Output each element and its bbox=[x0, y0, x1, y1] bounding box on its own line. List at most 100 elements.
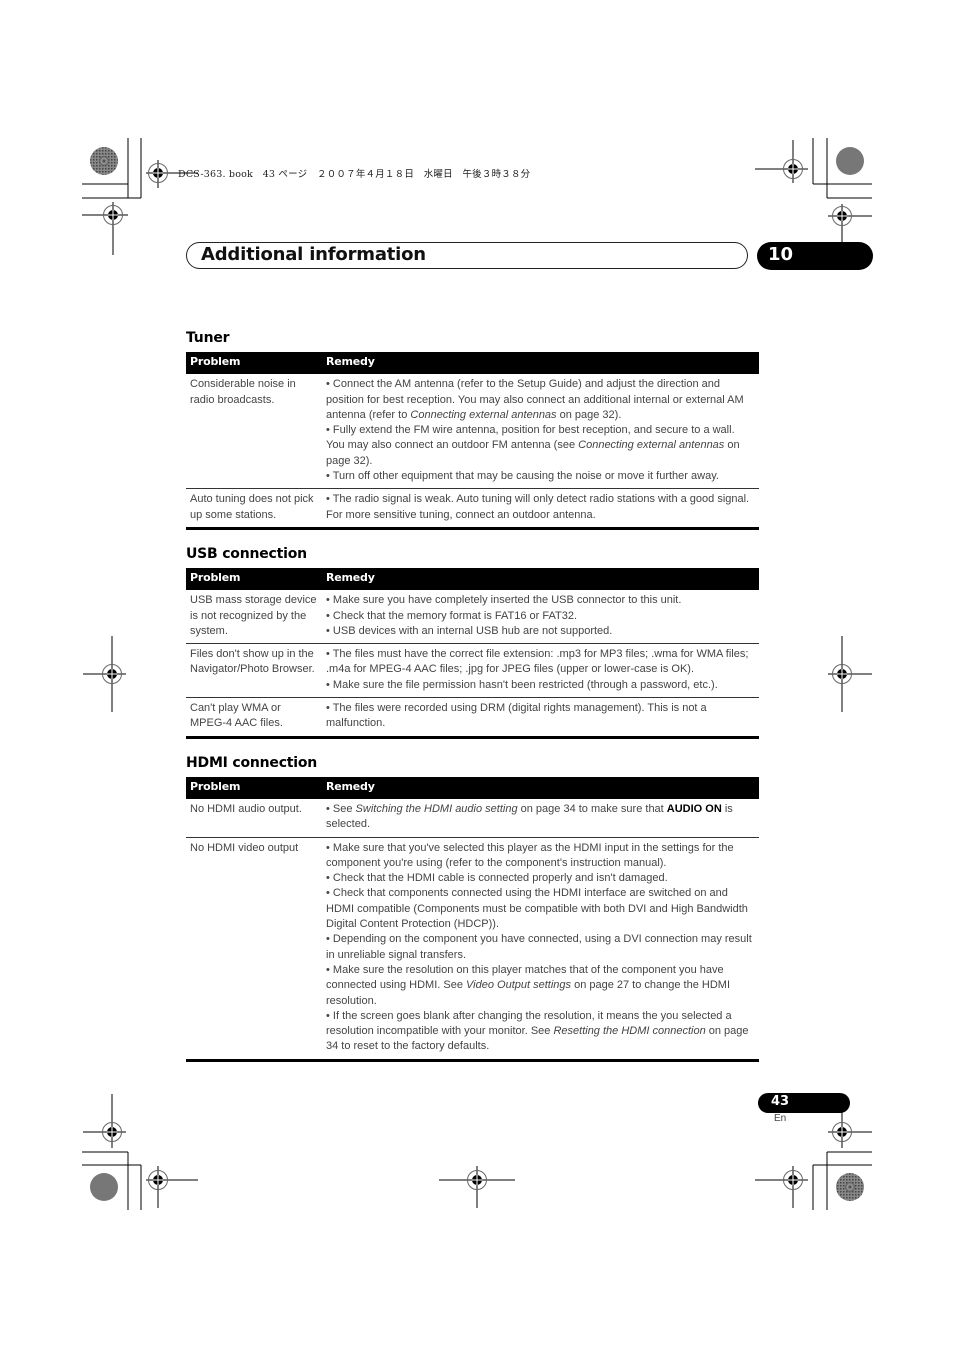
column-header-problem: Problem bbox=[186, 352, 322, 375]
remedy-item: • Depending on the component you have co… bbox=[326, 932, 755, 963]
table-row: Auto tuning does not pick up some statio… bbox=[186, 488, 759, 530]
cross-reference: Resetting the HDMI connection bbox=[553, 1025, 706, 1038]
section-title: USB connection bbox=[186, 545, 307, 562]
remedy-item: • Make sure you have completely inserted… bbox=[326, 593, 755, 608]
registration-mark-icon bbox=[755, 1166, 808, 1208]
table-row: USB mass storage device is not recognize… bbox=[186, 590, 759, 645]
registration-mark-icon bbox=[828, 204, 872, 243]
remedy-text: • Depending on the component you have co… bbox=[326, 933, 752, 961]
remedy-item: • If the screen goes blank after changin… bbox=[326, 1009, 755, 1055]
problem-cell: Files don't show up in the Navigator/Pho… bbox=[186, 643, 322, 699]
remedy-text: • Check that the memory format is FAT16 … bbox=[326, 609, 578, 622]
remedy-item: • Make sure that you've selected this pl… bbox=[326, 841, 755, 872]
remedy-item: • Turn off other equipment that may be c… bbox=[326, 469, 755, 484]
remedy-text: • The files must have the correct file e… bbox=[326, 648, 749, 676]
column-header-remedy: Remedy bbox=[322, 567, 759, 591]
troubleshooting-table: Problem Remedy USB mass storage device is … bbox=[186, 567, 759, 739]
remedy-item: • The files were recorded using DRM (dig… bbox=[326, 701, 755, 732]
remedy-text: • The files were recorded using DRM (dig… bbox=[326, 702, 707, 730]
section-title: HDMI connection bbox=[186, 754, 318, 771]
print-slug: DCS-363. book 43 ページ ２００７年４月１８日 水曜日 午後３時… bbox=[178, 166, 530, 180]
slug-page-word: ページ bbox=[278, 169, 308, 180]
registration-mark-icon bbox=[439, 1166, 515, 1208]
remedy-cell: • Make sure that you've selected this pl… bbox=[322, 837, 759, 1062]
problem-cell: Considerable noise in radio broadcasts. bbox=[186, 374, 322, 490]
column-header-problem: Problem bbox=[186, 776, 322, 799]
remedy-item: • Connect the AM antenna (refer to the S… bbox=[326, 377, 755, 423]
table-row: No HDMI video output • Make sure that you… bbox=[186, 837, 759, 1062]
registration-mark-icon bbox=[83, 636, 126, 712]
registration-mark-icon bbox=[82, 202, 128, 255]
remedy-item: • Make sure the file permission hasn't b… bbox=[326, 678, 755, 693]
registration-target-icon bbox=[836, 147, 864, 175]
registration-mark-icon bbox=[828, 636, 872, 712]
registration-target-icon bbox=[90, 1173, 118, 1201]
registration-target-icon bbox=[836, 1173, 864, 1201]
remedy-item: • Check that the memory format is FAT16 … bbox=[326, 609, 755, 624]
section-tuner: Tuner Problem Remedy Considerable noise in … bbox=[186, 328, 759, 530]
problem-cell: USB mass storage device is not recognize… bbox=[186, 590, 322, 645]
remedy-text: • Check that components connected using … bbox=[326, 887, 748, 931]
slug-time: 午後３時３８分 bbox=[462, 169, 531, 180]
remedy-item: • USB devices with an internal USB hub a… bbox=[326, 624, 755, 639]
cross-reference: Connecting external antennas bbox=[578, 439, 725, 452]
table-header-row: Problem Remedy bbox=[186, 352, 759, 375]
table-row: Files don't show up in the Navigator/Pho… bbox=[186, 643, 759, 699]
page-number-badge: 43 bbox=[758, 1093, 850, 1113]
chapter-number: 10 bbox=[768, 244, 794, 265]
remedy-text: • Make sure you have completely inserted… bbox=[326, 594, 682, 607]
remedy-item: • The radio signal is weak. Auto tuning … bbox=[326, 492, 755, 523]
remedy-cell: • The files must have the correct file e… bbox=[322, 643, 759, 699]
cross-reference: Switching the HDMI audio setting bbox=[355, 802, 518, 815]
registration-mark-icon bbox=[146, 1166, 198, 1208]
remedy-cell: • The files were recorded using DRM (dig… bbox=[322, 697, 759, 739]
page-language: En bbox=[774, 1113, 787, 1124]
remedy-text: • Turn off other equipment that may be c… bbox=[326, 470, 719, 483]
remedy-text: • Make sure the file permission hasn't b… bbox=[326, 678, 718, 691]
chapter-title: Additional information bbox=[201, 244, 426, 265]
remedy-text: • Check that the HDMI cable is connected… bbox=[326, 872, 668, 885]
setting-name: AUDIO ON bbox=[666, 802, 722, 815]
chapter-number-badge: 10 bbox=[757, 242, 873, 270]
remedy-text: • USB devices with an internal USB hub a… bbox=[326, 624, 613, 637]
remedy-text: on page 34 to make sure that bbox=[517, 802, 667, 815]
slug-page: 43 bbox=[262, 169, 276, 180]
section-hdmi-connection: HDMI connection Problem Remedy No HDMI audi… bbox=[186, 753, 759, 1062]
slug-file: DCS-363. book bbox=[178, 169, 254, 180]
registration-mark-icon bbox=[755, 140, 808, 183]
remedy-text: • See bbox=[326, 802, 356, 815]
column-header-remedy: Remedy bbox=[322, 352, 759, 375]
remedy-text: • The radio signal is weak. Auto tuning … bbox=[326, 493, 750, 521]
remedy-cell: • Make sure you have completely inserted… bbox=[322, 590, 759, 645]
problem-cell: Can't play WMA or MPEG-4 AAC files. bbox=[186, 697, 322, 739]
remedy-item: • Make sure the resolution on this playe… bbox=[326, 963, 755, 1009]
remedy-item: • Check that the HDMI cable is connected… bbox=[326, 871, 755, 886]
table-header-row: Problem Remedy bbox=[186, 776, 759, 799]
problem-cell: No HDMI video output bbox=[186, 837, 322, 1062]
section-title: Tuner bbox=[186, 330, 230, 346]
remedy-text: • Make sure that you've selected this pl… bbox=[326, 841, 734, 869]
slug-weekday: 水曜日 bbox=[423, 169, 453, 180]
column-header-remedy: Remedy bbox=[322, 776, 759, 799]
section-usb-connection: USB connection Problem Remedy USB mass stor… bbox=[186, 544, 759, 739]
troubleshooting-table: Problem Remedy No HDMI audio output. • See … bbox=[186, 776, 759, 1062]
registration-mark-icon bbox=[83, 1094, 126, 1148]
slug-date: ２００７年４月１８日 bbox=[317, 169, 415, 180]
table-row: No HDMI audio output. • See Switching the… bbox=[186, 798, 759, 838]
cross-reference: Video Output settings bbox=[466, 979, 572, 992]
cross-reference: Connecting external antennas bbox=[410, 408, 557, 421]
remedy-text: on page 32). bbox=[556, 408, 622, 421]
remedy-cell: • Connect the AM antenna (refer to the S… bbox=[322, 374, 759, 490]
registration-mark-icon bbox=[828, 1112, 872, 1148]
troubleshooting-content: Tuner Problem Remedy Considerable noise in … bbox=[186, 328, 759, 1076]
problem-cell: Auto tuning does not pick up some statio… bbox=[186, 488, 322, 530]
table-row: Considerable noise in radio broadcasts. •… bbox=[186, 374, 759, 490]
column-header-problem: Problem bbox=[186, 567, 322, 591]
table-header-row: Problem Remedy bbox=[186, 567, 759, 591]
remedy-cell: • See Switching the HDMI audio setting o… bbox=[322, 798, 759, 838]
chapter-header: Additional information bbox=[186, 242, 748, 269]
registration-target-icon bbox=[90, 147, 118, 175]
remedy-item: • Check that components connected using … bbox=[326, 886, 755, 932]
table-row: Can't play WMA or MPEG-4 AAC files. • The… bbox=[186, 697, 759, 739]
remedy-item: • Fully extend the FM wire antenna, posi… bbox=[326, 423, 755, 469]
